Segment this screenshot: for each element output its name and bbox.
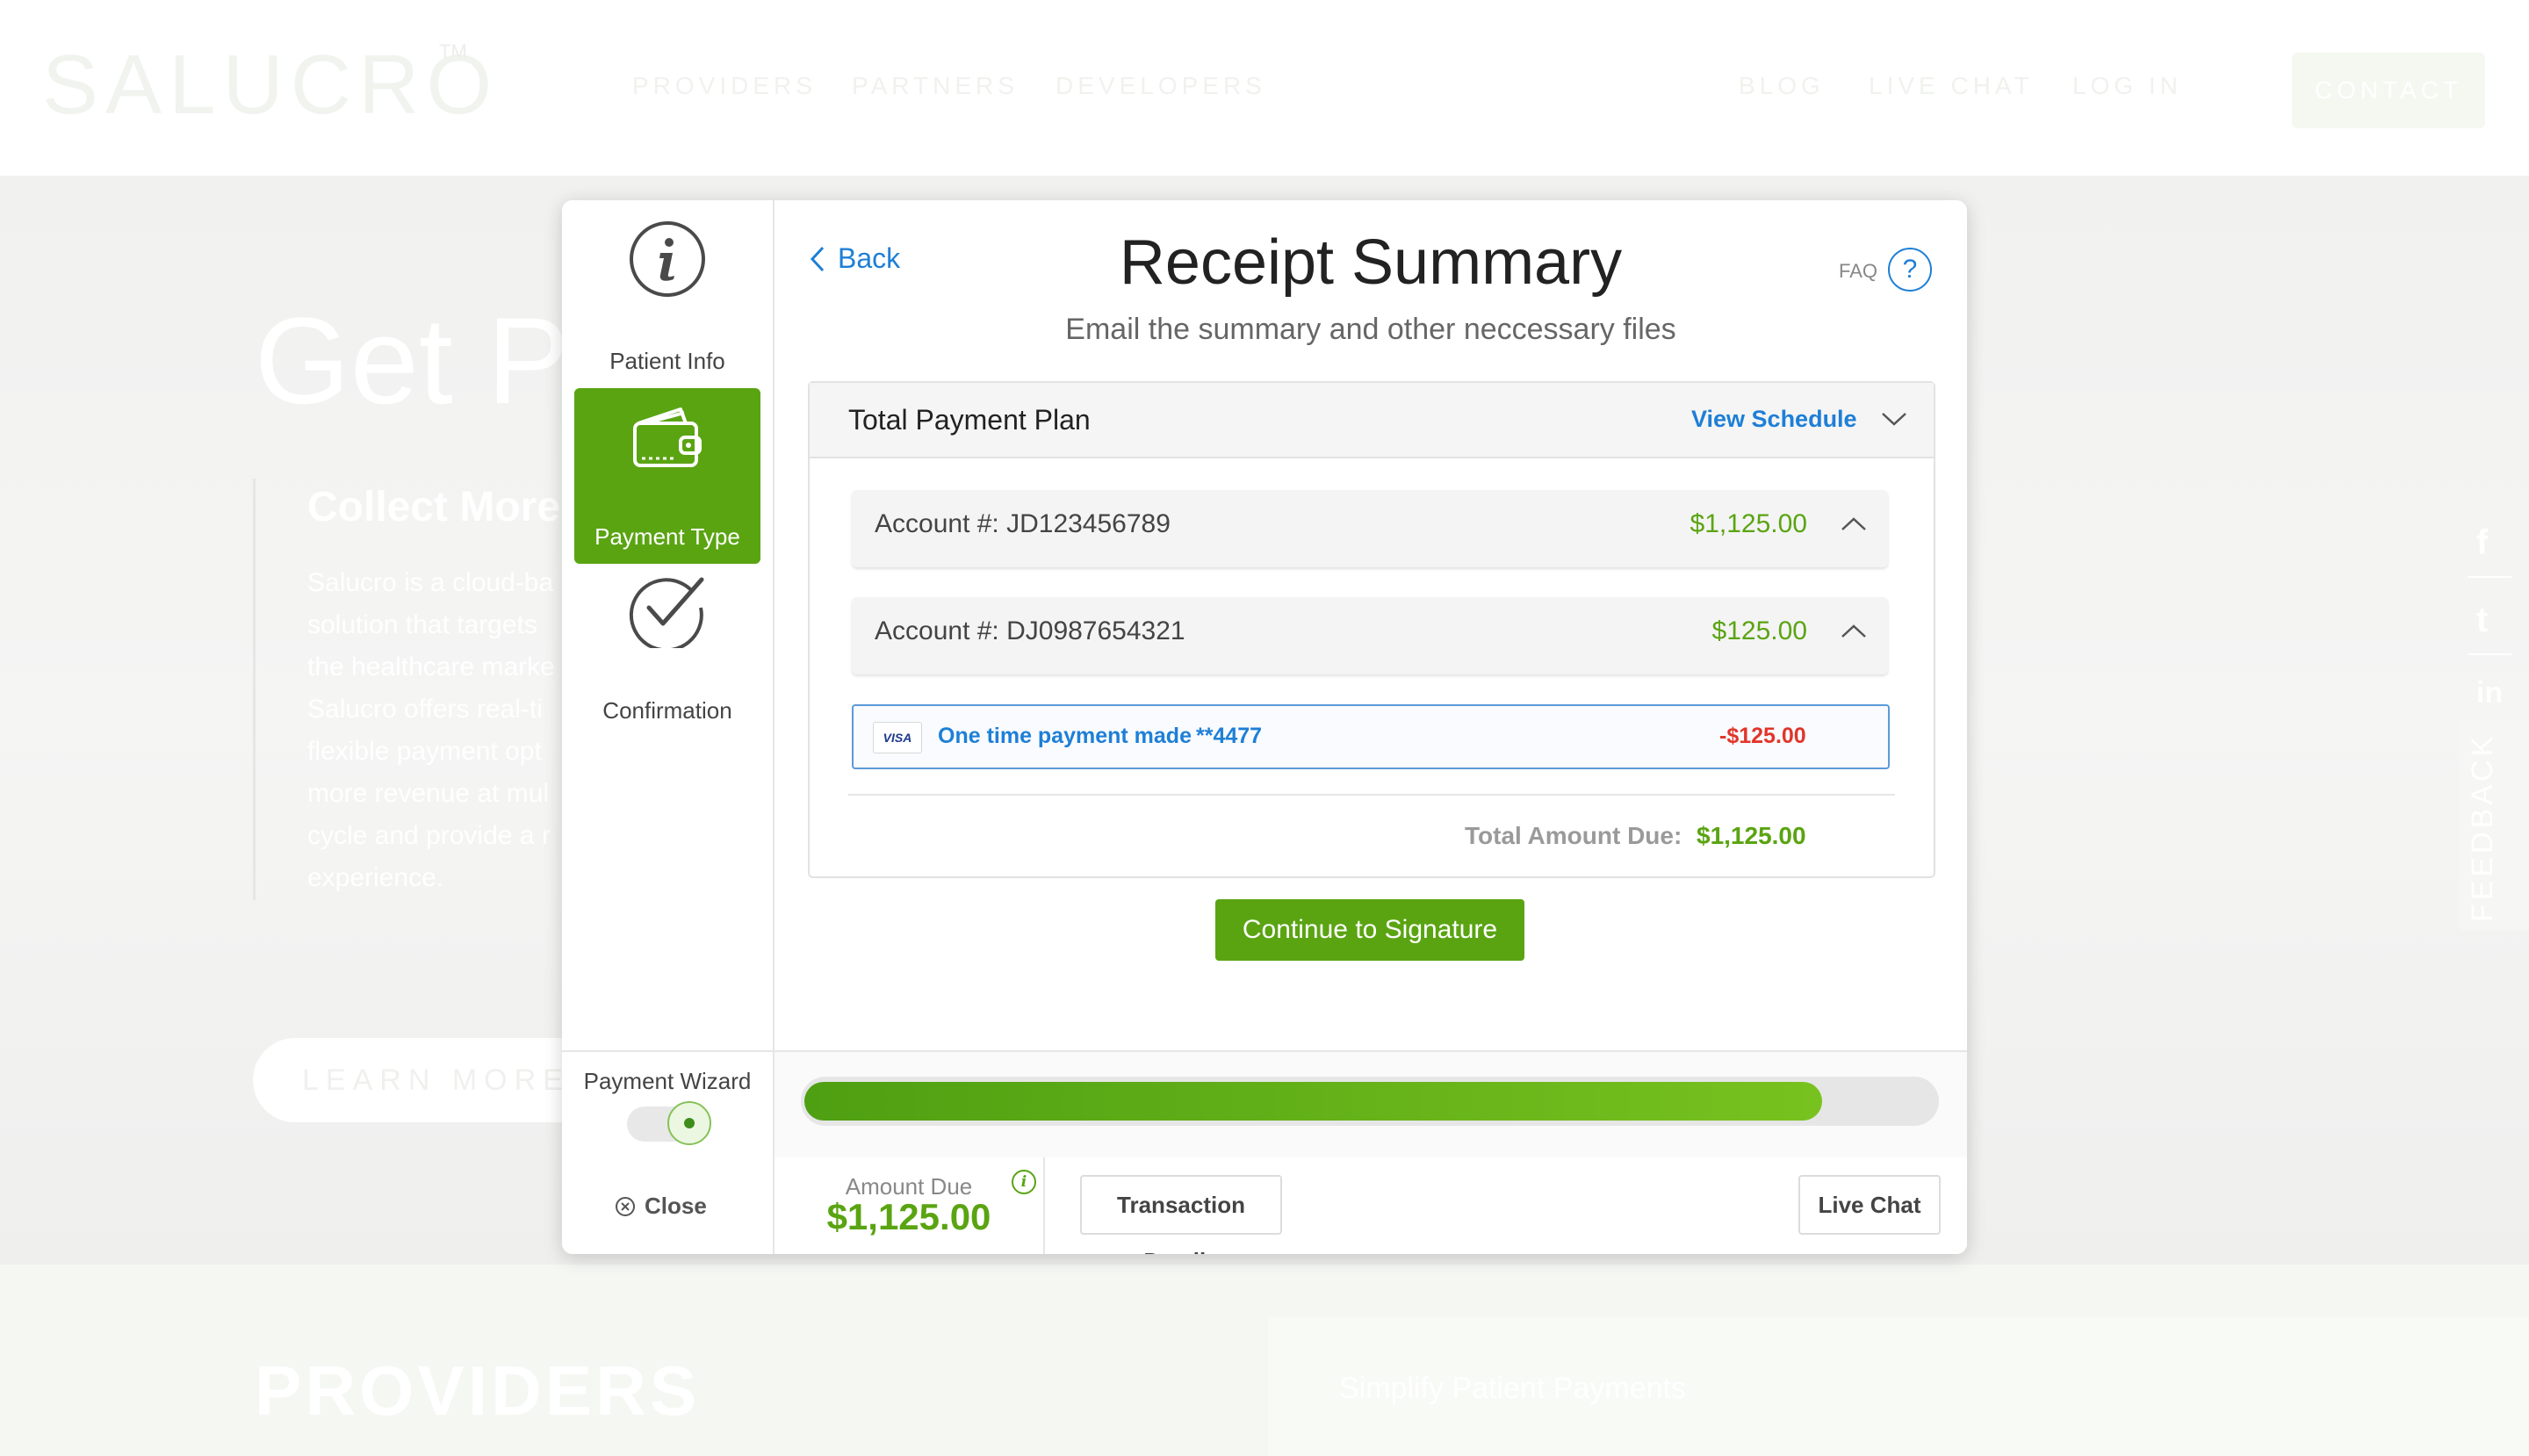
step-payment-type[interactable]: Payment Type [574,388,760,564]
hero-subtitle: Collect More [307,484,561,530]
toggle-dot [684,1118,695,1128]
close-cell: Close [562,1157,775,1254]
payment-description: One time payment made [938,724,1192,748]
account-number: Account #: JD123456789 [875,509,1171,538]
feedback-label: FEEDBACK [2466,732,2499,922]
amount-due-cell: Amount Due $1,125.00 i [775,1157,1045,1254]
amount-due-info-icon[interactable]: i [1012,1170,1036,1194]
close-button[interactable]: Close [615,1193,707,1220]
payment-amount: -$125.00 [1719,724,1806,748]
payment-wizard-label: Payment Wizard [583,1068,752,1094]
step-patient-info[interactable]: Patient Info [574,211,760,386]
payment-plan-header[interactable]: Total Payment Plan View Schedule [810,383,1934,458]
account-amount: $1,125.00 [1690,509,1807,538]
chevron-up-icon[interactable] [1841,623,1867,639]
nav-developers[interactable]: DEVELOPERS [1056,72,1266,100]
live-chat-button[interactable]: Live Chat [1798,1175,1941,1235]
payment-plan-card: Total Payment Plan View Schedule Account… [808,381,1935,878]
nav-blog[interactable]: BLOG [1739,72,1825,100]
logo-trademark: TM [439,40,467,62]
close-label: Close [645,1193,707,1219]
wallet-icon [633,407,702,467]
contact-button[interactable]: CONTACT [2292,53,2485,128]
nav-live-chat[interactable]: LIVE CHAT [1869,72,2034,100]
faq-link[interactable]: FAQ [1839,260,1877,283]
help-icon[interactable]: ? [1888,248,1932,292]
step-label: Confirmation [602,697,732,724]
social-divider [2468,576,2511,578]
close-circle-icon [616,1196,635,1216]
receipt-summary-panel: Back Receipt Summary Email the summary a… [775,200,1967,1050]
facebook-icon[interactable]: f [2476,523,2488,563]
wizard-progress-band: Payment Wizard [562,1050,1967,1159]
hero-divider [253,479,256,900]
providers-subtitle: Simplify Patient Payments [1339,1372,1686,1405]
social-divider [2468,653,2511,655]
amount-due-value: $1,125.00 [826,1196,991,1237]
modal-footer: Close Amount Due $1,125.00 i Transaction… [562,1157,1967,1254]
page-title: Receipt Summary [1119,227,1623,298]
toggle-knob[interactable] [667,1101,711,1145]
twitter-icon[interactable]: t [2476,601,2488,640]
info-icon [630,221,705,297]
account-amount: $125.00 [1711,616,1807,645]
account-row[interactable]: Account #: JD123456789 $1,125.00 [852,490,1888,567]
continue-to-signature-button[interactable]: Continue to Signature [1215,899,1524,961]
view-schedule-link[interactable]: View Schedule [1691,406,1857,433]
payment-made-row: VISA One time payment made **4477 -$125.… [852,704,1890,769]
site-header: SALUCRO TM PROVIDERS PARTNERS DEVELOPERS… [0,0,2529,176]
step-label: Payment Type [594,523,740,550]
chevron-up-icon[interactable] [1841,516,1867,532]
nav-log-in[interactable]: LOG IN [2072,72,2182,100]
step-label: Patient Info [609,348,725,374]
payment-wizard-modal: Patient Info Payment Type Confirmation B… [562,200,1967,1254]
plan-divider [848,794,1895,796]
account-row[interactable]: Account #: DJ0987654321 $125.00 [852,597,1888,674]
transaction-details-button[interactable]: Transaction Details [1080,1175,1282,1254]
nav-providers[interactable]: PROVIDERS [632,72,817,100]
linkedin-icon[interactable]: in [2476,676,2503,710]
total-amount-due-value: $1,125.00 [1697,822,1806,849]
payment-card-number: **4477 [1196,724,1263,748]
total-amount-due-label: Total Amount Due: [1465,822,1682,849]
visa-card-icon: VISA [873,722,922,753]
nav-partners[interactable]: PARTNERS [852,72,1019,100]
account-number: Account #: DJ0987654321 [875,616,1185,645]
payment-wizard-toggle-cell: Payment Wizard [562,1052,775,1157]
wizard-steps-sidebar: Patient Info Payment Type Confirmation [562,200,775,1050]
providers-title: PROVIDERS [255,1351,701,1430]
step-confirmation[interactable]: Confirmation [574,560,760,736]
check-circle-icon [629,577,704,648]
page-subtitle: Email the summary and other neccessary f… [1065,313,1676,346]
progress-bar-fill [804,1082,1822,1121]
payment-plan-title: Total Payment Plan [848,404,1091,436]
progress-bar [801,1077,1939,1126]
chevron-down-icon[interactable] [1881,411,1907,427]
site-logo[interactable]: SALUCRO [42,37,499,133]
